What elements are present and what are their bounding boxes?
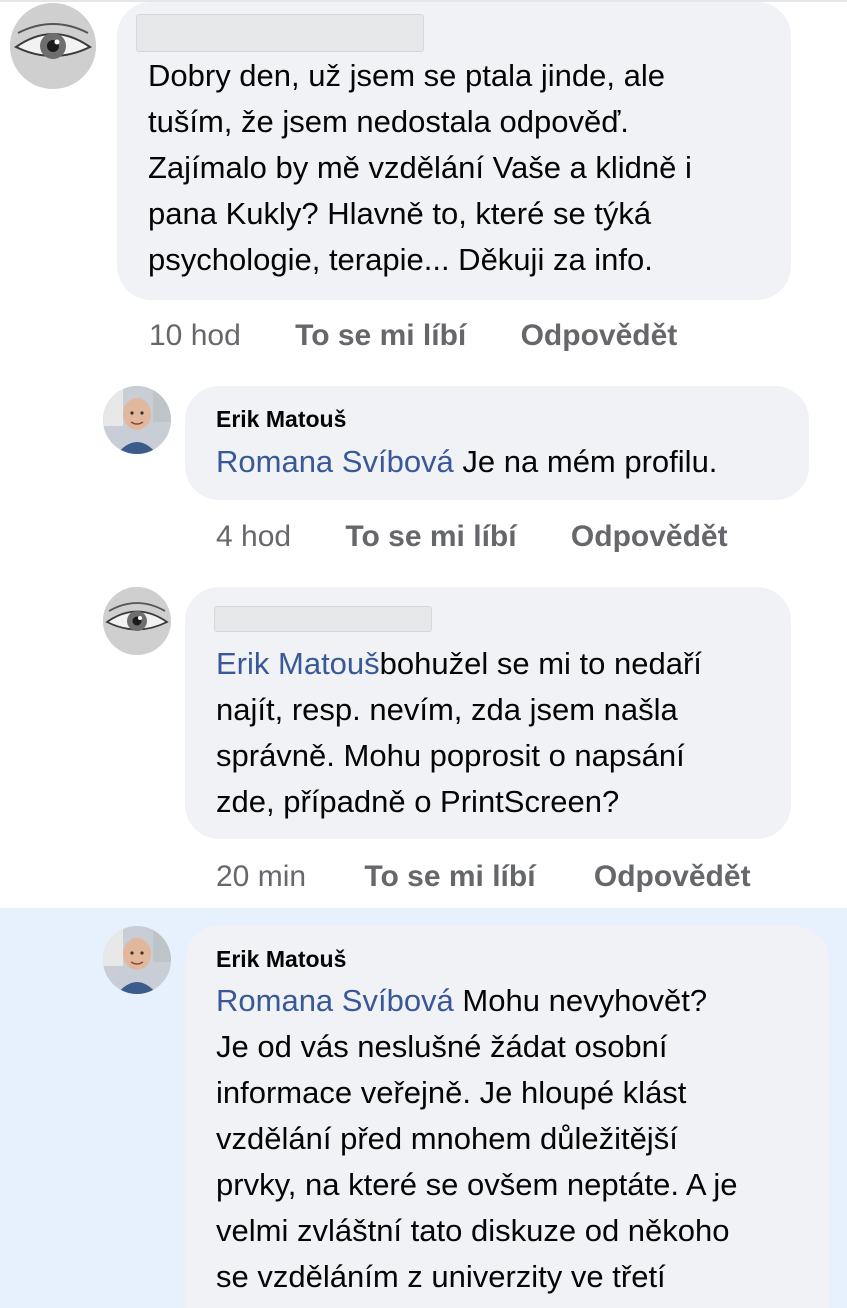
comment-line: správně. Mohu poprosit o napsání xyxy=(216,738,685,773)
comment-line: pana Kukly? Hlavně to, které se týká xyxy=(148,196,652,231)
comment-bubble: Erik Matouš Romana Svíbová Je na mém pro… xyxy=(185,386,809,500)
mention-link[interactable]: Romana Svíbová xyxy=(216,983,454,1018)
comment-line: Zajímalo by mě vzdělání Vaše a klidně i xyxy=(148,150,692,185)
mention-link[interactable]: Romana Svíbová xyxy=(216,444,454,479)
reply-button[interactable]: Odpovědět xyxy=(521,318,678,354)
comment-line: Je od vás neslušné žádat osobní xyxy=(216,1029,668,1064)
reply-button[interactable]: Odpovědět xyxy=(594,859,751,895)
comment-line: vzdělání před mnohem důležitější xyxy=(216,1121,678,1156)
comment-line: psychologie, terapie... Děkuji za info. xyxy=(148,242,653,277)
comment-meta: 10 hod To se mi líbí Odpovědět xyxy=(149,318,677,354)
comment-line: Je na mém profilu. xyxy=(453,444,718,479)
comment-bubble: Dobry den, už jsem se ptala jinde, ale t… xyxy=(117,2,791,300)
comment-text: Dobry den, už jsem se ptala jinde, ale t… xyxy=(148,53,692,283)
mention-link[interactable]: Erik Matouš xyxy=(216,646,380,681)
timestamp: 20 min xyxy=(216,860,307,893)
comment-meta: 4 hod To se mi líbí Odpovědět xyxy=(216,519,728,555)
comment-text: Romana Svíbová Je na mém profilu. xyxy=(216,439,717,485)
comment-line: zde, případně o PrintScreen? xyxy=(216,784,620,819)
comment-line: tuším, že jsem nedostala odpověď. xyxy=(148,104,629,139)
comment-text: Romana Svíbová Mohu nevyhovět? Je od vás… xyxy=(216,978,738,1300)
comment-line: Dobry den, už jsem se ptala jinde, ale xyxy=(148,58,665,93)
comment-line: informace veřejně. Je hloupé klást xyxy=(216,1075,687,1110)
timestamp: 4 hod xyxy=(216,520,292,553)
comment-meta: 20 min To se mi líbí Odpovědět xyxy=(216,859,751,895)
comment-line: bohužel se mi to nedaří xyxy=(379,646,702,681)
man-avatar-icon[interactable] xyxy=(103,926,171,994)
like-button[interactable]: To se mi líbí xyxy=(295,318,466,354)
comment-line: velmi zvláštní tato diskuze od někoho xyxy=(216,1213,730,1248)
reply-button[interactable]: Odpovědět xyxy=(571,519,728,555)
man-avatar-icon[interactable] xyxy=(103,386,171,454)
like-button[interactable]: To se mi líbí xyxy=(364,859,535,895)
like-button[interactable]: To se mi líbí xyxy=(345,519,516,555)
comment-line: se vzděláním z univerzity ve třetí xyxy=(216,1259,666,1294)
comment-line: Mohu nevyhovět? xyxy=(453,983,708,1018)
redacted-author-name xyxy=(136,14,424,52)
comment-bubble: Erik Matouš Romana Svíbová Mohu nevyhově… xyxy=(185,926,829,1308)
comment-line: najít, resp. nevím, zda jsem našla xyxy=(216,692,678,727)
author-name[interactable]: Erik Matouš xyxy=(216,406,346,433)
timestamp: 10 hod xyxy=(149,319,241,352)
comment-thread: Dobry den, už jsem se ptala jinde, ale t… xyxy=(0,0,847,1308)
author-name[interactable]: Erik Matouš xyxy=(216,946,346,973)
eye-avatar-icon[interactable] xyxy=(10,3,96,89)
comment-bubble: Erik Matoušbohužel se mi to nedaří najít… xyxy=(185,587,791,839)
redacted-author-name xyxy=(214,606,432,632)
comment-line: prvky, na které se ovšem neptáte. A je xyxy=(216,1167,738,1202)
eye-avatar-icon[interactable] xyxy=(103,587,171,655)
comment-text: Erik Matoušbohužel se mi to nedaří najít… xyxy=(216,641,702,825)
